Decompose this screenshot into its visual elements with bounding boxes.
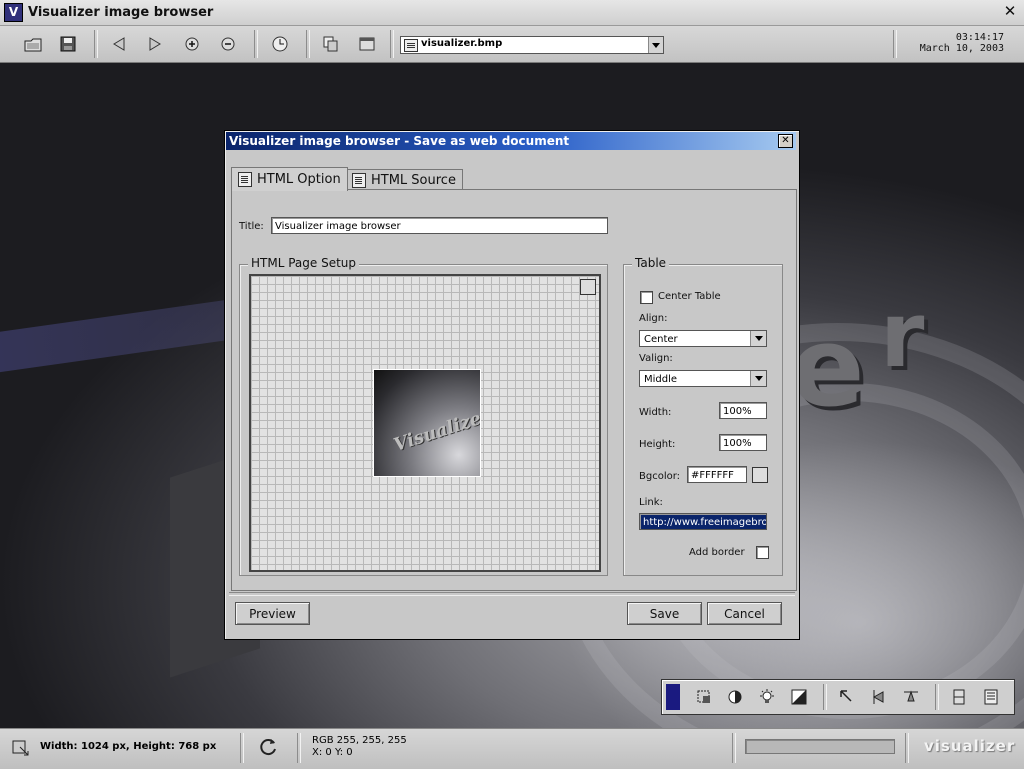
app-title-bar: V Visualizer image browser ✕: [0, 0, 1024, 26]
refresh-icon[interactable]: [259, 737, 279, 760]
cancel-button[interactable]: Cancel: [707, 602, 782, 625]
save-web-document-dialog: Visualizer image browser - Save as web d…: [224, 130, 800, 640]
bgcolor-input[interactable]: #FFFFFF: [687, 466, 747, 483]
back-arrow-icon[interactable]: [108, 33, 130, 55]
toolbar-separator: [306, 30, 310, 58]
open-folder-icon[interactable]: [22, 33, 44, 55]
palette-separator: [823, 684, 827, 710]
status-separator: [240, 733, 244, 763]
zoom-out-icon[interactable]: [217, 33, 239, 55]
tab-html-option[interactable]: HTML Option: [231, 167, 348, 191]
title-field-label: Title:: [239, 221, 264, 232]
tab-html-source[interactable]: HTML Source: [345, 169, 463, 190]
chevron-down-icon[interactable]: [648, 37, 663, 53]
title-input[interactable]: Visualizer image browser: [271, 217, 608, 234]
crop-select-icon[interactable]: [695, 688, 713, 706]
file-select-value: visualizer.bmp: [421, 38, 503, 49]
width-input[interactable]: 100%: [719, 402, 767, 419]
preview-button[interactable]: Preview: [235, 602, 310, 625]
window-icon[interactable]: [356, 33, 378, 55]
page-setup-canvas[interactable]: Visualizer: [249, 274, 601, 572]
add-border-checkbox[interactable]: [756, 546, 769, 559]
levels-icon[interactable]: [790, 688, 808, 706]
toolbar-separator: [893, 30, 897, 58]
image-info-icon: [12, 739, 30, 760]
flip-vertical-icon[interactable]: [870, 688, 888, 706]
status-separator: [297, 733, 301, 763]
link-label: Link:: [639, 497, 663, 508]
file-select-combobox[interactable]: visualizer.bmp: [400, 36, 664, 54]
forward-arrow-icon[interactable]: [144, 33, 166, 55]
chevron-down-icon[interactable]: [750, 331, 766, 346]
tab-label: HTML Source: [371, 172, 456, 188]
document-icon: [238, 172, 252, 187]
align-select-value: Center: [644, 334, 678, 345]
page-setup-legend: HTML Page Setup: [248, 256, 359, 270]
file-icon: [404, 39, 418, 52]
color-picker-icon[interactable]: [580, 279, 596, 295]
valign-select[interactable]: Middle: [639, 370, 767, 387]
center-table-label: Center Table: [658, 291, 721, 302]
rotate-left-icon[interactable]: [838, 688, 856, 706]
palette-separator: [935, 684, 939, 710]
status-bar: Width: 1024 px, Height: 768 px RGB 255, …: [0, 728, 1024, 769]
clock: 03:14:17 March 10, 2003: [920, 32, 1004, 54]
add-border-label: Add border: [689, 547, 745, 558]
document-icon: [352, 172, 366, 188]
background-image-letter: r: [880, 283, 925, 388]
link-input[interactable]: http://www.freeimagebro: [639, 513, 767, 530]
height-input[interactable]: 100%: [719, 434, 767, 451]
dialog-close-button[interactable]: ✕: [778, 134, 793, 148]
color-picker-icon[interactable]: [752, 467, 768, 483]
table-legend: Table: [632, 256, 670, 270]
bgcolor-label: Bgcolor:: [639, 471, 681, 482]
toolbar-separator: [94, 30, 98, 58]
align-select[interactable]: Center: [639, 330, 767, 347]
save-icon[interactable]: [57, 33, 79, 55]
dialog-divider: [229, 592, 795, 596]
dialog-title: Visualizer image browser - Save as web d…: [229, 134, 570, 148]
tab-label: HTML Option: [257, 172, 341, 187]
valign-select-value: Middle: [644, 374, 678, 385]
panel-icon[interactable]: [950, 688, 968, 706]
valign-label: Valign:: [639, 353, 673, 364]
center-table-checkbox[interactable]: [640, 291, 653, 304]
app-logo-icon: V: [4, 3, 23, 22]
app-title: Visualizer image browser: [28, 5, 214, 20]
thumbnail-logo-text: Visualizer: [391, 405, 481, 456]
toolbar-separator: [390, 30, 394, 58]
properties-icon[interactable]: [982, 688, 1000, 706]
brand-logo: visualizer: [924, 737, 1016, 755]
toolbar-separator: [254, 30, 258, 58]
color-swatch[interactable]: [666, 684, 680, 710]
progress-bar: [745, 739, 895, 754]
width-label: Width:: [639, 407, 672, 418]
contrast-icon[interactable]: [726, 688, 744, 706]
clock-time: 03:14:17: [955, 32, 1004, 43]
brightness-bulb-icon[interactable]: [758, 688, 776, 706]
status-separator: [732, 733, 736, 763]
height-label: Height:: [639, 439, 676, 450]
tools-palette: [661, 679, 1015, 715]
background-image-letter: e: [790, 303, 865, 431]
pixel-info: RGB 255, 255, 255 X: 0 Y: 0: [312, 735, 407, 759]
rotate-right-icon[interactable]: [902, 688, 920, 706]
align-label: Align:: [639, 313, 668, 324]
image-thumbnail[interactable]: Visualizer: [373, 369, 481, 477]
pixel-rgb: RGB 255, 255, 255: [312, 735, 407, 746]
status-separator: [905, 733, 909, 763]
pixel-coords: X: 0 Y: 0: [312, 747, 353, 758]
slideshow-timer-icon[interactable]: [269, 33, 291, 55]
chevron-down-icon[interactable]: [750, 371, 766, 386]
clock-date: March 10, 2003: [919, 43, 1004, 54]
app-close-button[interactable]: ✕: [1002, 3, 1018, 19]
save-button[interactable]: Save: [627, 602, 702, 625]
zoom-in-icon[interactable]: [181, 33, 203, 55]
copy-icon[interactable]: [320, 33, 342, 55]
dialog-title-bar: Visualizer image browser - Save as web d…: [226, 132, 796, 150]
image-dimensions: Width: 1024 px, Height: 768 px: [40, 741, 217, 752]
